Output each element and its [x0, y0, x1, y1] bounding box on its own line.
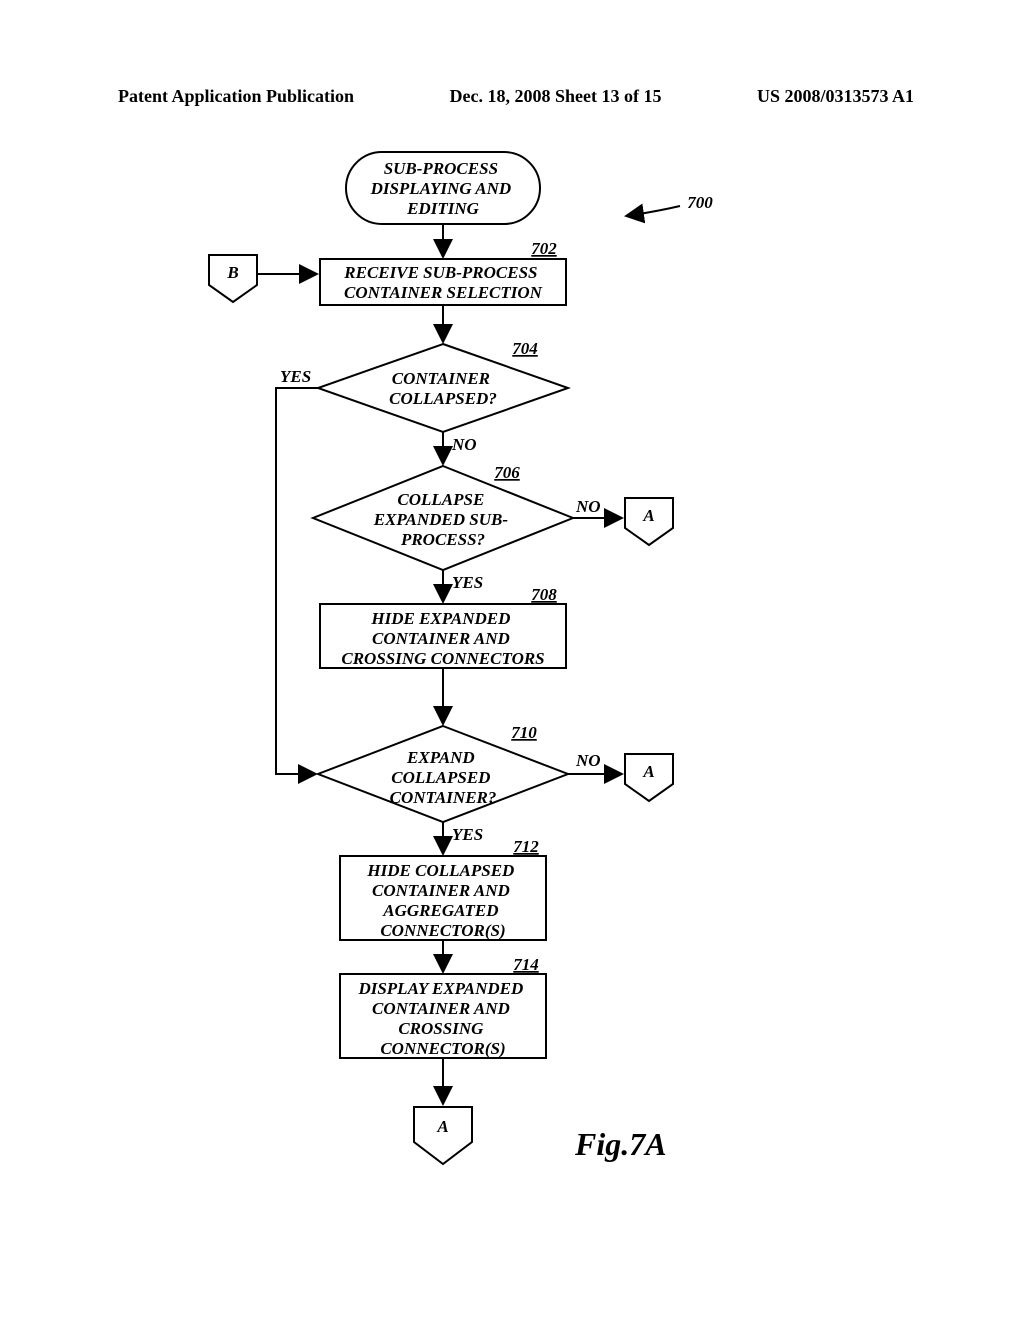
svg-text:NO: NO [451, 435, 477, 454]
svg-text:NO: NO [575, 497, 601, 516]
svg-text:A: A [436, 1117, 448, 1136]
header-right: US 2008/0313573 A1 [757, 86, 914, 107]
svg-text:706: 706 [494, 463, 520, 482]
svg-text:702: 702 [531, 239, 557, 258]
svg-text:714: 714 [513, 955, 539, 974]
svg-text:708: 708 [531, 585, 557, 604]
terminator-line1: SUB-PROCESS DISPLAYING AND EDITING [370, 159, 516, 218]
svg-text:RECEIVE SUB-PROCESS CONT: RECEIVE SUB-PROCESS CONTAINER SELECTION [343, 263, 542, 302]
svg-text:YES: YES [452, 573, 483, 592]
offpage-connector-A-end: A [414, 1107, 472, 1164]
decision-704: CONTAINER COLLAPSED? 704 YES NO [280, 339, 568, 454]
svg-text:HIDE COLLAPSED CONTAINER: HIDE COLLAPSED CONTAINER AND AGGREGATED … [366, 861, 518, 940]
header-left: Patent Application Publication [118, 86, 354, 107]
svg-text:710: 710 [511, 723, 537, 742]
svg-text:712: 712 [513, 837, 539, 856]
svg-text:COLLAPSE EXPANDED SUB-: COLLAPSE EXPANDED SUB- PROCESS? [373, 490, 513, 549]
svg-text:YES: YES [280, 367, 311, 386]
svg-text:HIDE EXPANDED CONTAINER: HIDE EXPANDED CONTAINER AND CROSSING CON… [341, 609, 544, 668]
svg-text:EXPAND COLLAPSED C: EXPAND COLLAPSED CONTAINER? [390, 748, 497, 807]
svg-text:A: A [642, 762, 654, 781]
svg-text:DISPLAY EXPANDED CONTAIN: DISPLAY EXPANDED CONTAINER AND CROSSING … [357, 979, 527, 1058]
terminator-start: SUB-PROCESS DISPLAYING AND EDITING [346, 152, 540, 224]
svg-text:A: A [642, 506, 654, 525]
svg-text:B: B [226, 263, 238, 282]
page-header: Patent Application Publication Dec. 18, … [0, 86, 1024, 107]
svg-text:YES: YES [452, 825, 483, 844]
decision-706: COLLAPSE EXPANDED SUB- PROCESS? 706 NO Y… [313, 463, 601, 592]
decision-710: EXPAND COLLAPSED CONTAINER? 710 NO YES [318, 723, 601, 844]
svg-text:704: 704 [512, 339, 538, 358]
flowchart-svg: SUB-PROCESS DISPLAYING AND EDITING 700 B… [0, 130, 1024, 1310]
flowchart-area: SUB-PROCESS DISPLAYING AND EDITING 700 B… [0, 130, 1024, 1310]
arrow-704-yes [276, 388, 318, 774]
svg-text:700: 700 [687, 193, 713, 212]
offpage-connector-A-710: A [625, 754, 673, 801]
svg-text:NO: NO [575, 751, 601, 770]
offpage-connector-B: B [209, 255, 257, 302]
header-center: Dec. 18, 2008 Sheet 13 of 15 [450, 86, 662, 107]
figure-label: Fig.7A [575, 1126, 667, 1163]
ref-700: 700 [626, 193, 713, 216]
svg-text:CONTAINER COLLAPSED?: CONTAINER COLLAPSED? [389, 369, 497, 408]
offpage-connector-A-706: A [625, 498, 673, 545]
